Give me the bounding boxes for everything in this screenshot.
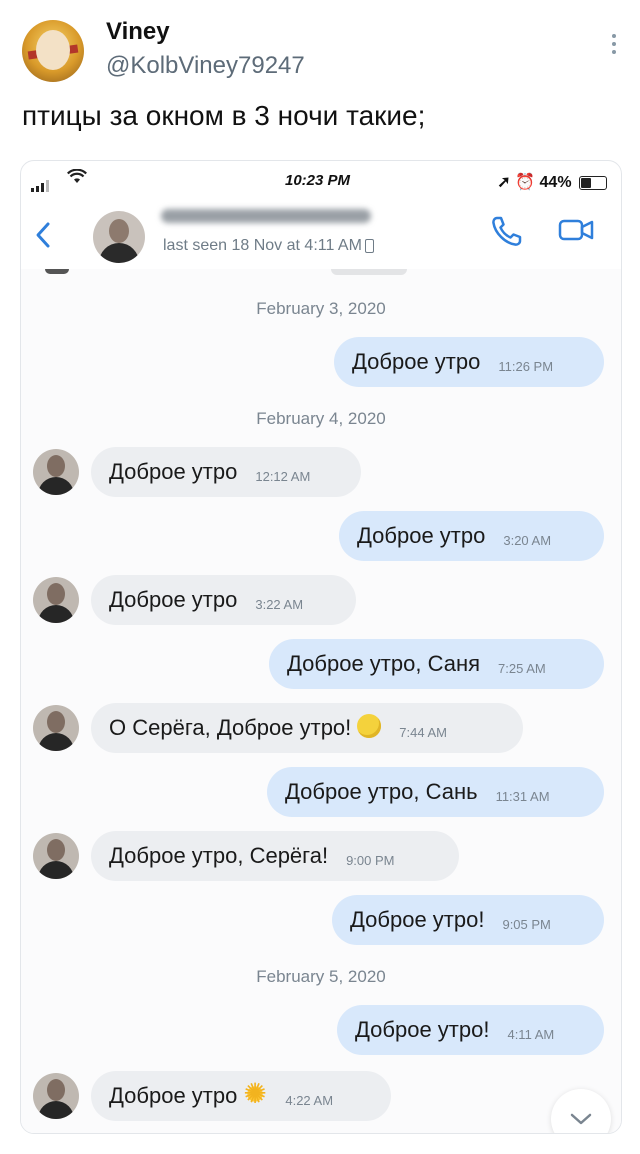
sender-avatar[interactable] xyxy=(33,833,79,879)
message-text: Доброе утро, Сань xyxy=(285,779,478,804)
message-time: 7:44 AM xyxy=(399,724,447,740)
status-right: ➚ ⏰ 44% xyxy=(497,172,607,192)
status-time: 10:23 PM xyxy=(285,172,351,189)
tweet-header: Viney @KolbViney79247 xyxy=(22,16,622,86)
message-incoming[interactable]: О Серёга, Доброе утро! 7:44 AM xyxy=(91,703,523,753)
message-outgoing[interactable]: Доброе утро! 9:05 PM xyxy=(332,895,604,945)
message-incoming[interactable]: Доброе утро, Серёга! 9:00 PM xyxy=(91,831,459,881)
chat-area[interactable]: February 3, 2020 Доброе утро 11:26 PM Fe… xyxy=(21,269,621,1133)
sender-avatar[interactable] xyxy=(33,577,79,623)
message-text: Доброе утро xyxy=(352,349,481,374)
message-time: 11:31 AM xyxy=(495,788,550,804)
more-options-icon[interactable] xyxy=(612,34,616,56)
message-incoming[interactable]: Доброе утро 12:12 AM xyxy=(91,447,361,497)
message-text: Доброе утро, Саня xyxy=(287,651,481,676)
avatar-edge xyxy=(45,269,69,274)
message-time: 3:20 AM xyxy=(503,532,552,548)
last-seen-status: last seen 18 Nov at 4:11 AM xyxy=(163,237,374,255)
message-text: Доброе утро, Серёга! xyxy=(109,843,329,868)
lock-icon xyxy=(364,238,374,253)
message-time: 7:25 AM xyxy=(498,660,546,676)
alarm-icon: ⏰ xyxy=(515,174,536,191)
message-outgoing[interactable]: Доброе утро, Сань 11:31 AM xyxy=(267,767,604,817)
date-separator: February 3, 2020 xyxy=(256,299,386,318)
back-icon[interactable] xyxy=(35,221,51,252)
author-name[interactable]: Viney xyxy=(106,18,170,46)
date-separator: February 5, 2020 xyxy=(256,967,386,986)
message-outgoing[interactable]: Доброе утро 3:20 AM xyxy=(339,511,604,561)
contact-name-redacted[interactable] xyxy=(161,209,371,223)
chevron-down-icon xyxy=(570,1113,592,1125)
signal-icon xyxy=(31,175,51,192)
sender-avatar[interactable] xyxy=(33,449,79,495)
message-time: 11:26 PM xyxy=(498,358,554,374)
battery-icon xyxy=(579,175,607,190)
author-handle[interactable]: @KolbViney79247 xyxy=(106,52,305,80)
sender-avatar[interactable] xyxy=(33,705,79,751)
message-text: Доброе утро xyxy=(357,523,486,548)
author-avatar[interactable] xyxy=(22,20,84,82)
emoji-sun-icon xyxy=(243,1077,268,1110)
sender-avatar[interactable] xyxy=(33,1073,79,1119)
message-text: Доброе утро xyxy=(109,1083,238,1108)
video-call-icon[interactable] xyxy=(557,215,597,255)
message-text: Доброе утро! xyxy=(350,907,485,932)
contact-avatar[interactable] xyxy=(93,211,145,263)
message-time: 4:22 AM xyxy=(285,1092,334,1108)
emoji-face-icon xyxy=(357,714,382,738)
message-time: 3:22 AM xyxy=(255,596,304,612)
chat-screenshot: 10:23 PM ➚ ⏰ 44% last seen 18 Nov at 4:1… xyxy=(20,160,622,1134)
message-text: О Серёга, Доброе утро! xyxy=(109,715,352,740)
message-incoming[interactable]: Доброе утро 4:22 AM xyxy=(91,1071,391,1121)
message-text: Доброе утро xyxy=(109,459,238,484)
message-outgoing[interactable]: Доброе утро, Саня 7:25 AM xyxy=(269,639,604,689)
message-incoming[interactable]: Доброе утро 3:22 AM xyxy=(91,575,356,625)
chat-header: last seen 18 Nov at 4:11 AM xyxy=(21,201,621,269)
message-time: 9:00 PM xyxy=(346,852,395,868)
message-text: Доброе утро! xyxy=(355,1017,490,1042)
battery-percent: 44% xyxy=(539,174,572,191)
message-time: 4:11 AM xyxy=(507,1026,555,1042)
tweet-text: птицы за окном в 3 ночи такие; xyxy=(22,100,426,131)
date-separator: February 4, 2020 xyxy=(256,409,386,428)
message-outgoing[interactable]: Доброе утро! 4:11 AM xyxy=(337,1005,604,1055)
wifi-icon xyxy=(67,168,87,190)
status-bar: 10:23 PM ➚ ⏰ 44% xyxy=(21,161,621,201)
message-text: Доброе утро xyxy=(109,587,238,612)
message-outgoing[interactable]: Доброе утро 11:26 PM xyxy=(334,337,604,387)
location-icon: ➚ xyxy=(497,174,511,191)
message-time: 9:05 PM xyxy=(502,916,551,932)
message-time: 12:12 AM xyxy=(255,468,311,484)
phone-call-icon[interactable] xyxy=(489,213,529,253)
bubble-edge xyxy=(331,269,407,275)
scroll-down-button[interactable] xyxy=(551,1089,611,1133)
